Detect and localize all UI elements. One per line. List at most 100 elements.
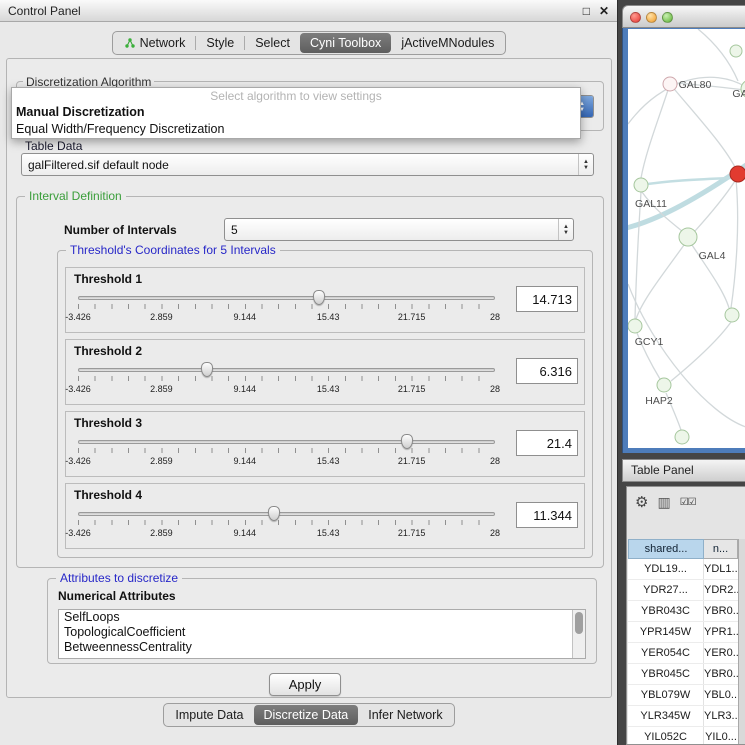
cyni-toolbox-panel: Discretization Algorithm ▲ ▼ Select algo… <box>6 58 612 698</box>
close-icon[interactable]: ✕ <box>599 5 609 17</box>
tab-label: Select <box>255 36 290 50</box>
tab-impute-data[interactable]: Impute Data <box>165 705 253 725</box>
tick-label: 28 <box>490 312 500 322</box>
threshold-4-value-input[interactable] <box>516 502 578 528</box>
list-scrollbar[interactable] <box>572 610 585 658</box>
apply-button[interactable]: Apply <box>269 673 341 696</box>
tab-cyni-toolbox[interactable]: Cyni Toolbox <box>300 33 391 53</box>
threshold-3-value-input[interactable] <box>516 430 578 456</box>
columns-icon[interactable]: ▥ <box>657 494 670 511</box>
tick-label: 2.859 <box>150 384 173 394</box>
tick-label: 9.144 <box>234 456 257 466</box>
table-cell: YPR1... <box>704 622 738 642</box>
network-node[interactable] <box>634 178 648 192</box>
column-header-name[interactable]: n... <box>704 539 738 559</box>
table-cell: YBR0... <box>704 601 738 621</box>
numerical-attributes-list[interactable]: SelfLoops TopologicalCoefficient Between… <box>58 609 586 659</box>
slider-ticks <box>78 376 495 381</box>
control-panel-tabs: Network Style Select Cyni Toolbox jActiv… <box>112 31 507 55</box>
threshold-4-slider[interactable]: -3.426 2.859 9.144 15.43 21.715 28 <box>74 504 499 548</box>
tab-discretize-data[interactable]: Discretize Data <box>254 705 359 725</box>
slider-thumb[interactable] <box>313 290 325 305</box>
table-data-select-value: galFiltered.sif default node <box>22 158 578 172</box>
tick-label: 9.144 <box>234 384 257 394</box>
threshold-2-slider[interactable]: -3.426 2.859 9.144 15.43 21.715 28 <box>74 360 499 404</box>
network-node-label: GCY1 <box>635 336 664 348</box>
network-node[interactable] <box>730 45 742 57</box>
slider-track[interactable] <box>78 296 495 300</box>
slider-track[interactable] <box>78 512 495 516</box>
table-cell: YLR345W <box>628 706 704 726</box>
tab-network[interactable]: Network <box>114 33 196 53</box>
table-row[interactable]: YBL079W YBL0... <box>628 685 738 706</box>
float-window-icon[interactable]: □ <box>583 5 590 17</box>
dropdown-option-equal-width[interactable]: Equal Width/Frequency Discretization <box>12 121 580 138</box>
network-node[interactable] <box>725 308 739 322</box>
table-toolbar: ⚙ ▥ ☑☑ <box>627 487 745 517</box>
network-node-label: HAP2 <box>645 395 673 407</box>
tab-select[interactable]: Select <box>245 33 300 53</box>
table-data-select[interactable]: galFiltered.sif default node ▲ ▼ <box>21 153 594 176</box>
tick-label: 15.43 <box>317 456 340 466</box>
minimize-button[interactable] <box>646 12 657 23</box>
list-item[interactable]: BetweennessCentrality <box>59 640 585 655</box>
threshold-1-value-input[interactable] <box>516 286 578 312</box>
column-header-shared-name[interactable]: shared... <box>628 539 704 559</box>
slider-thumb[interactable] <box>401 434 413 449</box>
tick-label: 21.715 <box>398 384 426 394</box>
threshold-1-slider[interactable]: -3.426 2.859 9.144 15.43 21.715 28 <box>74 288 499 332</box>
tick-label: 2.859 <box>150 456 173 466</box>
table-cell: YPR145W <box>628 622 704 642</box>
list-item[interactable]: TopologicalCoefficient <box>59 625 585 640</box>
tab-label: jActiveMNodules <box>401 36 494 50</box>
network-node[interactable] <box>657 378 671 392</box>
stepper-icon: ▲ ▼ <box>578 154 593 175</box>
threshold-label: Threshold 1 <box>74 272 142 286</box>
table-scrollbar[interactable] <box>738 539 745 744</box>
table-row[interactable]: YER054C YER0... <box>628 643 738 664</box>
threshold-3-slider[interactable]: -3.426 2.859 9.144 15.43 21.715 28 <box>74 432 499 476</box>
network-window-titlebar <box>622 5 745 28</box>
table-row[interactable]: YDR27... YDR2... <box>628 580 738 601</box>
table-row[interactable]: YIL052C YIL0... <box>628 727 738 744</box>
tab-label: Impute Data <box>175 708 243 722</box>
tick-label: 28 <box>490 528 500 538</box>
list-item[interactable]: SelfLoops <box>59 610 585 625</box>
gear-icon[interactable]: ⚙ <box>635 493 648 511</box>
slider-thumb[interactable] <box>268 506 280 521</box>
network-node[interactable] <box>628 319 642 333</box>
zoom-button[interactable] <box>662 12 673 23</box>
number-of-intervals-select[interactable]: 5 ▲ ▼ <box>224 218 574 241</box>
table-panel-title: Table Panel <box>631 460 694 481</box>
table-row[interactable]: YDL19... YDL1... <box>628 559 738 580</box>
algorithm-dropdown: Select algorithm to view settings Manual… <box>11 87 581 139</box>
select-columns-icon[interactable]: ☑☑ <box>680 497 696 508</box>
table-cell: YBR043C <box>628 601 704 621</box>
network-node[interactable] <box>679 228 697 246</box>
dropdown-option-manual-discretization[interactable]: Manual Discretization <box>12 104 580 121</box>
network-canvas[interactable]: GAL80GAGAL11GAL4GCY1HAP2 <box>628 29 745 448</box>
tab-infer-network[interactable]: Infer Network <box>358 705 452 725</box>
slider-thumb[interactable] <box>201 362 213 377</box>
tab-style[interactable]: Style <box>196 33 244 53</box>
network-node[interactable] <box>730 166 745 182</box>
scrollbar-thumb[interactable] <box>575 612 583 634</box>
close-button[interactable] <box>630 12 641 23</box>
slider-track[interactable] <box>78 440 495 444</box>
table-cell: YIL0... <box>704 727 738 744</box>
table-row[interactable]: YLR345W YLR3... <box>628 706 738 727</box>
table-row[interactable]: YBR045C YBR0... <box>628 664 738 685</box>
slider-track[interactable] <box>78 368 495 372</box>
table-row[interactable]: YPR145W YPR1... <box>628 622 738 643</box>
table-row[interactable]: YBR043C YBR0... <box>628 601 738 622</box>
slider-ticks <box>78 304 495 309</box>
interval-definition-title: Interval Definition <box>25 189 126 203</box>
table-cell: YBL0... <box>704 685 738 705</box>
threshold-2-value-input[interactable] <box>516 358 578 384</box>
tick-label: 21.715 <box>398 528 426 538</box>
network-icon <box>124 37 136 49</box>
tab-jactivemodules[interactable]: jActiveMNodules <box>391 33 504 53</box>
table-panel-titlebar: Table Panel <box>622 459 745 482</box>
network-node[interactable] <box>663 77 677 91</box>
network-node[interactable] <box>675 430 689 444</box>
